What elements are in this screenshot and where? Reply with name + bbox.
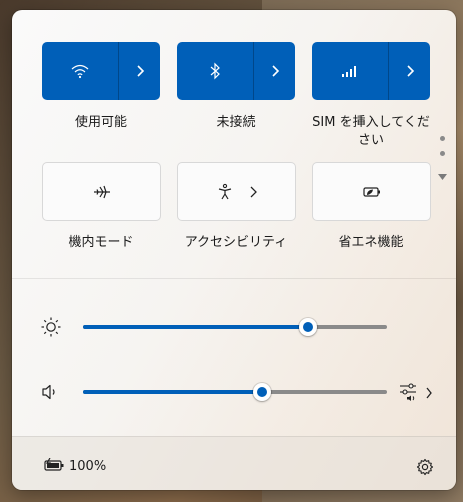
speaker-icon bbox=[42, 384, 55, 400]
wifi-expand-button[interactable] bbox=[119, 42, 160, 100]
airplane-icon bbox=[93, 185, 110, 198]
volume-fill bbox=[83, 390, 263, 394]
accessibility-label: アクセシビリティ bbox=[184, 235, 288, 250]
airplane-mode-label: 機内モード bbox=[68, 235, 134, 250]
gear-icon[interactable] bbox=[416, 458, 434, 476]
page-indicator[interactable] bbox=[438, 136, 447, 185]
section-divider bbox=[12, 278, 456, 279]
accessibility-tile[interactable] bbox=[177, 162, 296, 221]
brightness-slider-thumb[interactable] bbox=[298, 318, 317, 336]
cellular-label: SIM を挿入してください bbox=[312, 115, 430, 148]
page-dot[interactable] bbox=[440, 136, 445, 141]
chevron-down-icon[interactable] bbox=[438, 174, 447, 181]
wifi-label: 使用可能 bbox=[74, 115, 127, 130]
bluetooth-icon bbox=[210, 62, 220, 80]
brightness-row bbox=[12, 312, 456, 342]
bluetooth-toggle-button[interactable] bbox=[177, 42, 254, 100]
bluetooth-tile[interactable] bbox=[177, 42, 295, 100]
cellular-expand-button[interactable] bbox=[389, 42, 430, 100]
battery-charging-icon bbox=[44, 458, 64, 471]
bluetooth-label: 未接続 bbox=[216, 115, 256, 130]
chevron-right-icon bbox=[271, 65, 279, 77]
volume-row bbox=[12, 377, 456, 407]
energy-saver-label: 省エネ機能 bbox=[338, 235, 404, 250]
cellular-icon bbox=[342, 66, 356, 77]
cellular-tile[interactable] bbox=[312, 42, 430, 100]
bluetooth-expand-button[interactable] bbox=[254, 42, 295, 100]
audio-output-icon bbox=[400, 383, 416, 401]
wifi-toggle-button[interactable] bbox=[42, 42, 119, 100]
energy-saver-tile[interactable] bbox=[312, 162, 431, 221]
brightness-track[interactable] bbox=[83, 325, 387, 329]
volume-track[interactable] bbox=[83, 390, 387, 394]
chevron-right-icon bbox=[426, 387, 432, 399]
volume-slider-thumb[interactable] bbox=[253, 383, 272, 401]
energy-saver-icon bbox=[362, 186, 380, 197]
accessibility-icon bbox=[218, 183, 231, 199]
wifi-tile[interactable] bbox=[42, 42, 160, 100]
chevron-right-icon bbox=[250, 186, 257, 197]
chevron-right-icon bbox=[406, 65, 414, 77]
brightness-icon bbox=[41, 317, 61, 337]
wifi-icon bbox=[71, 64, 89, 79]
battery-percentage: 100% bbox=[69, 459, 107, 474]
audio-output-button[interactable] bbox=[398, 380, 434, 404]
quick-settings-panel: 使用可能 未接続 SIM を挿入してください 機内モード アクセシビリティ 省エ… bbox=[12, 10, 456, 490]
airplane-mode-tile[interactable] bbox=[42, 162, 161, 221]
page-dot[interactable] bbox=[440, 151, 445, 156]
brightness-fill bbox=[83, 325, 308, 329]
cellular-toggle-button[interactable] bbox=[312, 42, 389, 100]
chevron-right-icon bbox=[136, 65, 144, 77]
